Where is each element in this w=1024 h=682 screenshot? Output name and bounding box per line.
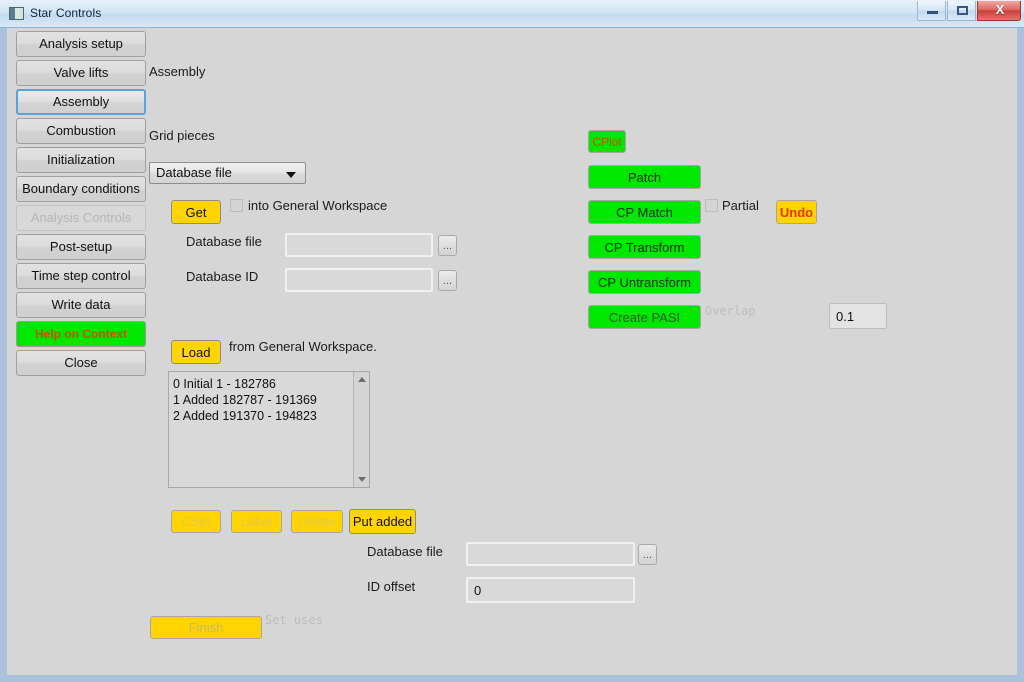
overlap-input[interactable] [829,303,887,329]
cp-untransform-button[interactable]: CP Untransform [588,270,701,294]
out-database-file-input[interactable] [466,542,635,566]
partial-label: Partial [722,198,759,213]
cp-transform-button[interactable]: CP Transform [588,235,701,259]
database-id-input[interactable] [285,268,433,292]
get-button[interactable]: Get [171,200,221,224]
partial-checkbox[interactable] [705,199,718,212]
sidebar-item-time-step-control[interactable]: Time step control [16,263,146,289]
listbox-scrollbar[interactable] [353,372,369,487]
load-button[interactable]: Load [171,340,221,364]
close-button[interactable]: X [977,1,1021,21]
overlap-label: Overlap [705,304,756,318]
minimize-icon [927,11,938,14]
sidebar-item-analysis-setup[interactable]: Analysis setup [16,31,146,57]
window-title: Star Controls [30,6,102,20]
into-general-workspace-checkbox[interactable] [230,199,243,212]
load-caption: from General Workspace. [229,339,377,354]
sidebar-item-close[interactable]: Close [16,350,146,376]
scroll-up-icon[interactable] [354,372,369,387]
put-added-button[interactable]: Put added [349,509,416,534]
out-database-file-browse-button[interactable]: ... [638,544,657,565]
cset-button[interactable]: CSet [171,510,221,533]
finish-button[interactable]: Finish [150,616,262,639]
page-title: Assembly [149,64,206,79]
database-id-browse-button[interactable]: ... [438,270,457,291]
chevron-down-icon [286,172,296,178]
sidebar-item-combustion[interactable]: Combustion [16,118,146,144]
id-offset-input[interactable] [466,577,635,603]
id-offset-label: ID offset [367,579,416,594]
star-controls-window: Star Controls X Analysis setup Valve lif… [0,0,1024,682]
scroll-down-icon[interactable] [354,472,369,487]
source-select-value: Database file [156,165,232,180]
titlebar: Star Controls X [0,0,1024,28]
patch-button[interactable]: Patch [588,165,701,189]
grid-pieces-listbox[interactable]: 0 Initial 1 - 182786 1 Added 182787 - 19… [168,371,370,488]
database-file-label: Database file [186,234,262,249]
list-item[interactable]: 1 Added 182787 - 191369 [173,392,351,408]
database-file-browse-button[interactable]: ... [438,235,457,256]
sidebar: Analysis setup Valve lifts Assembly Comb… [16,31,146,379]
maximize-button[interactable] [947,1,976,21]
app-icon [9,7,24,20]
sidebar-item-assembly[interactable]: Assembly [16,89,146,115]
delete-button[interactable]: Delete [291,510,343,533]
database-file-input[interactable] [285,233,433,257]
database-id-label: Database ID [186,269,259,284]
cp-match-button[interactable]: CP Match [588,200,701,224]
window-content: Analysis setup Valve lifts Assembly Comb… [7,28,1017,675]
list-item[interactable]: 0 Initial 1 - 182786 [173,376,351,392]
label-button[interactable]: Label [231,510,282,533]
sidebar-item-analysis-controls: Analysis Controls [16,205,146,231]
into-general-workspace-label: into General Workspace [248,198,388,213]
sidebar-item-write-data[interactable]: Write data [16,292,146,318]
sidebar-item-valve-lifts[interactable]: Valve lifts [16,60,146,86]
minimize-button[interactable] [917,1,946,21]
grid-pieces-label: Grid pieces [149,128,215,143]
set-uses-label: Set uses [265,613,323,627]
list-item[interactable]: 2 Added 191370 - 194823 [173,408,351,424]
sidebar-item-help-on-context[interactable]: Help on Context [16,321,146,347]
maximize-icon [957,6,968,15]
create-pasi-button[interactable]: Create PASI [588,305,701,329]
window-client-area: Analysis setup Valve lifts Assembly Comb… [0,28,1024,682]
sidebar-item-post-setup[interactable]: Post-setup [16,234,146,260]
sidebar-item-initialization[interactable]: Initialization [16,147,146,173]
undo-button[interactable]: Undo [776,200,817,224]
cplot-button[interactable]: CPlot [588,130,626,153]
grid-pieces-list: 0 Initial 1 - 182786 1 Added 182787 - 19… [173,376,351,424]
out-database-file-label: Database file [367,544,443,559]
close-icon: X [995,2,1005,17]
sidebar-item-boundary-conditions[interactable]: Boundary conditions [16,176,146,202]
source-select[interactable]: Database file [149,162,306,184]
